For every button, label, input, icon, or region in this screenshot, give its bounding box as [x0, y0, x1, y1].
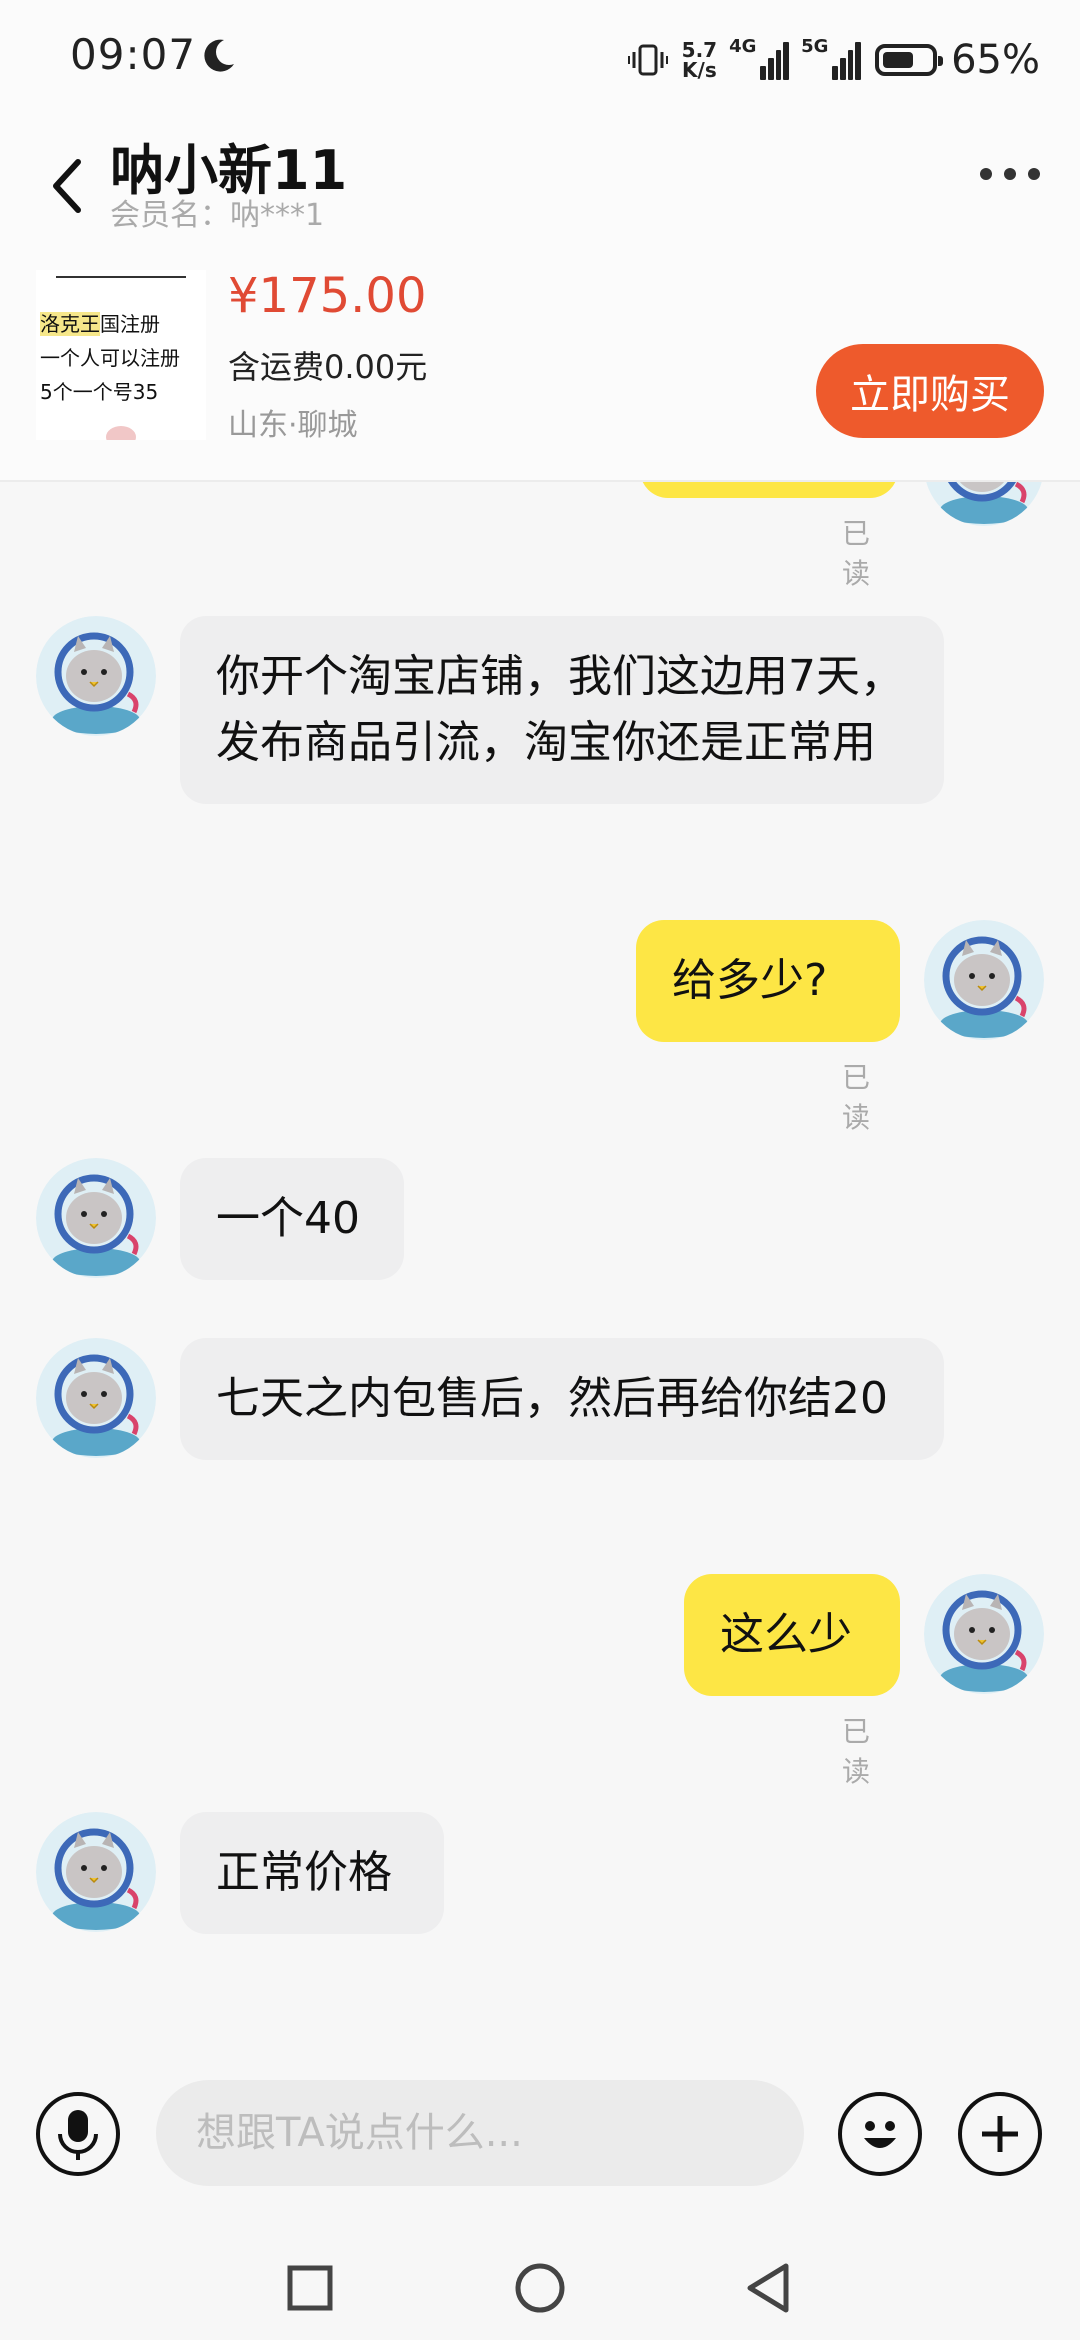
- read-status: 已读: [842, 517, 871, 590]
- chat-messages[interactable]: 已读 你开个淘宝店铺，我们这边用7天，发布商品引流，淘宝你还是正常用 给多少? …: [0, 482, 1080, 2050]
- battery-percent: 65%: [951, 37, 1040, 83]
- voice-button[interactable]: [36, 2092, 120, 2176]
- signal-5g-icon: 5G: [801, 36, 862, 80]
- status-icons: 5.7 K/s 4G 5G 65%: [627, 30, 1040, 90]
- chevron-left-icon[interactable]: [44, 140, 94, 230]
- signal-4g-icon: 4G: [729, 36, 790, 80]
- read-status: 已读: [842, 1715, 871, 1788]
- message-bubble[interactable]: [640, 482, 898, 498]
- message-bubble[interactable]: 你开个淘宝店铺，我们这边用7天，发布商品引流，淘宝你还是正常用: [180, 616, 944, 804]
- avatar[interactable]: [36, 1338, 156, 1458]
- thumb-text-4: 5个一个号35: [40, 380, 159, 404]
- message-bubble[interactable]: 这么少: [684, 1574, 900, 1696]
- status-bar: 09:07 5.7 K/s 4G 5G 65%: [0, 0, 1080, 120]
- emoji-button[interactable]: [838, 2092, 922, 2176]
- input-bar: [0, 2050, 1080, 2240]
- net-speed: 5.7 K/s: [682, 40, 717, 80]
- recent-apps-icon[interactable]: [280, 2258, 340, 2318]
- system-nav-bar: [0, 2240, 1080, 2340]
- read-status: 已读: [842, 1061, 871, 1134]
- smiley-icon: [864, 2121, 896, 2148]
- product-price: ¥175.00: [228, 268, 427, 324]
- chat-header: 呐小新11 会员名：呐***1 洛克王国注册 一个人可以注册 5个一个号35 ¥…: [0, 120, 1080, 482]
- signal-4g-label: 4G: [729, 36, 757, 57]
- avatar[interactable]: [36, 1812, 156, 1932]
- buy-now-button[interactable]: 立即购买: [816, 344, 1044, 438]
- message-bubble[interactable]: 正常价格: [180, 1812, 444, 1934]
- avatar[interactable]: [924, 1574, 1044, 1694]
- thumb-decoration: [106, 426, 136, 440]
- net-speed-value: 5.7: [681, 38, 718, 62]
- thumb-text-1: 洛克王: [40, 312, 100, 336]
- member-value: 呐***1: [230, 198, 325, 233]
- battery-icon: [875, 44, 944, 76]
- member-name: 会员名：呐***1: [110, 190, 324, 234]
- net-speed-unit: K/s: [682, 58, 717, 82]
- message-bubble[interactable]: 七天之内包售后，然后再给你结20: [180, 1338, 944, 1460]
- avatar[interactable]: [36, 616, 156, 736]
- avatar[interactable]: [36, 1158, 156, 1278]
- thumb-text-2: 国注册: [100, 312, 160, 336]
- avatar[interactable]: [924, 482, 1044, 526]
- back-nav-icon[interactable]: [740, 2258, 800, 2318]
- status-time: 09:07: [70, 30, 197, 79]
- avatar[interactable]: [924, 920, 1044, 1040]
- thumb-text-3: 一个人可以注册: [40, 346, 180, 370]
- message-input[interactable]: [156, 2080, 804, 2186]
- more-actions-button[interactable]: [958, 2092, 1042, 2176]
- member-label: 会员名：: [110, 198, 230, 233]
- product-thumbnail[interactable]: 洛克王国注册 一个人可以注册 5个一个号35: [36, 270, 206, 440]
- microphone-icon: [58, 2110, 98, 2160]
- home-icon[interactable]: [510, 2258, 570, 2318]
- shipping-fee: 含运费0.00元: [228, 348, 428, 386]
- signal-5g-label: 5G: [801, 36, 829, 57]
- moon-icon: [204, 39, 234, 72]
- plus-icon: [982, 2116, 1018, 2152]
- message-bubble[interactable]: 一个40: [180, 1158, 404, 1280]
- vibrate-icon: [627, 44, 668, 76]
- message-bubble[interactable]: 给多少?: [636, 920, 900, 1042]
- seller-location: 山东·聊城: [228, 408, 358, 443]
- more-dots-icon[interactable]: [980, 164, 1044, 184]
